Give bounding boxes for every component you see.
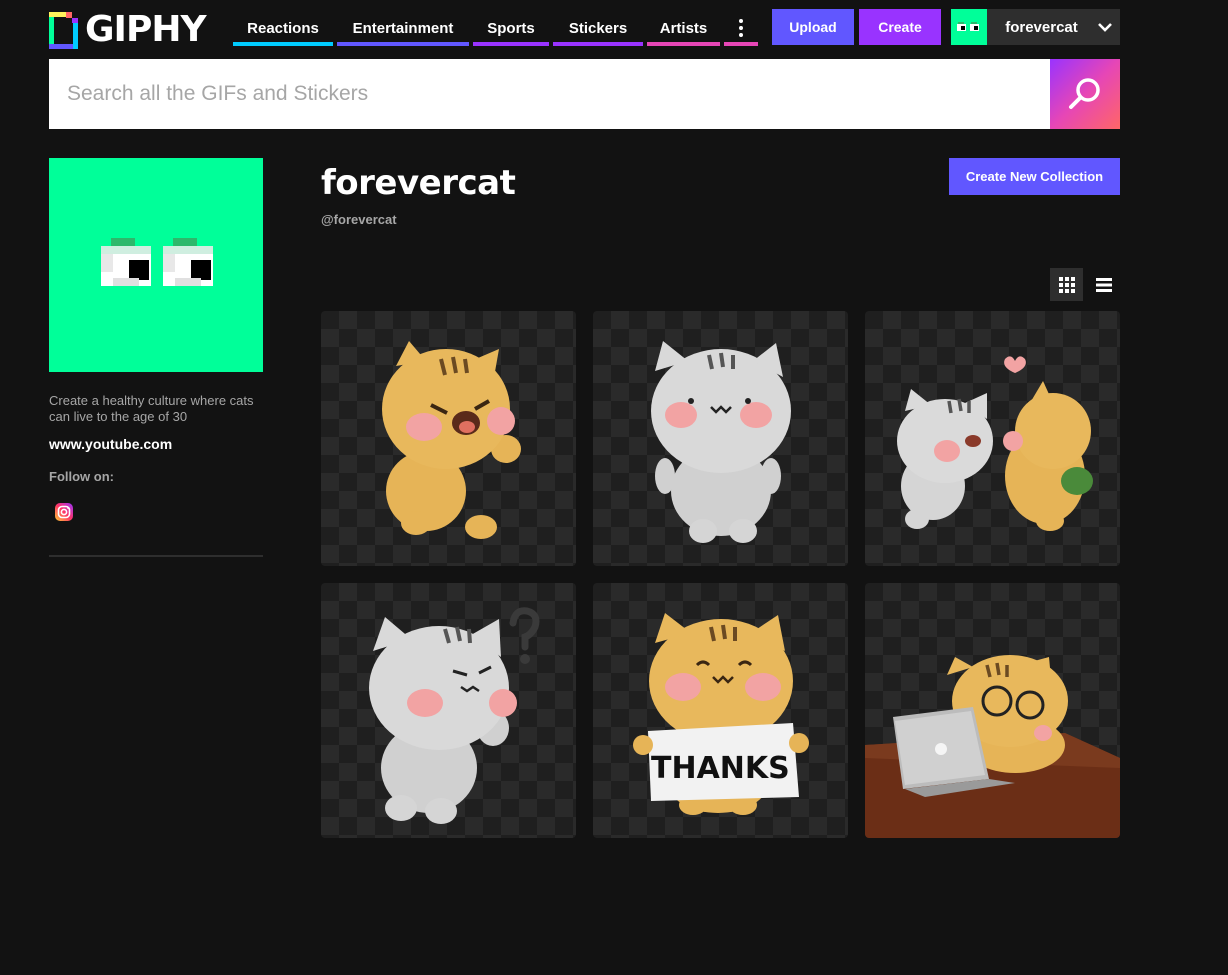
gif-tile-gray-cat-standing[interactable] <box>593 311 848 566</box>
upload-button[interactable]: Upload <box>772 9 854 45</box>
gif-tile-gray-cat-confused[interactable] <box>321 583 576 838</box>
create-collection-button[interactable]: Create New Collection <box>949 158 1120 195</box>
giphy-logo[interactable]: GIPHY <box>49 9 207 50</box>
create-button[interactable]: Create <box>859 9 941 45</box>
list-view-icon[interactable] <box>1087 268 1120 301</box>
search-icon <box>1069 78 1100 109</box>
channel-title: forevercat <box>321 163 516 203</box>
nav-item-artists[interactable]: Artists <box>647 10 720 46</box>
logo-text: GIPHY <box>85 9 207 50</box>
nav-item-sports[interactable]: Sports <box>473 10 549 46</box>
gif-tile-orange-cat-laptop[interactable] <box>865 583 1120 838</box>
main-nav: Reactions Entertainment Sports Stickers … <box>233 10 758 46</box>
sidebar-divider <box>49 555 263 557</box>
giphy-logo-icon <box>49 11 78 49</box>
nav-item-stickers[interactable]: Stickers <box>553 10 643 46</box>
username-label: forevercat <box>1005 18 1078 36</box>
search-input[interactable] <box>49 59 1050 129</box>
vertical-dots-icon[interactable] <box>724 10 758 46</box>
instagram-icon[interactable] <box>55 503 73 521</box>
channel-handle: @forevercat <box>321 212 397 227</box>
gif-tile-orange-cat-thanks[interactable]: THANKS <box>593 583 848 838</box>
user-avatar <box>951 9 987 45</box>
website-link[interactable]: www.youtube.com <box>49 436 172 452</box>
user-menu[interactable]: forevercat <box>951 9 1120 45</box>
orange-cat-thanks-sign-sticker <box>633 613 809 815</box>
nav-item-reactions[interactable]: Reactions <box>233 10 333 46</box>
orange-cat-laptop-gif <box>865 655 1120 838</box>
gif-tile-cats-kiss[interactable] <box>865 311 1120 566</box>
search-bar <box>49 59 1120 129</box>
gray-and-orange-cat-kiss-sticker <box>897 356 1093 531</box>
follow-label: Follow on: <box>49 469 114 484</box>
chevron-down-icon[interactable] <box>1090 22 1120 32</box>
channel-bio: Create a healthy culture where cats can … <box>49 393 254 424</box>
gif-tile-orange-cat-angry[interactable] <box>321 311 576 566</box>
nav-item-entertainment[interactable]: Entertainment <box>337 10 469 46</box>
profile-avatar <box>49 158 263 372</box>
thanks-sign-text: THANKS <box>651 751 790 786</box>
grid-view-icon[interactable] <box>1050 268 1083 301</box>
gray-cat-standing-sticker <box>651 341 791 543</box>
orange-cat-angry-sticker <box>382 341 521 539</box>
gray-cat-confused-sticker <box>369 607 540 824</box>
search-button[interactable] <box>1050 59 1120 129</box>
